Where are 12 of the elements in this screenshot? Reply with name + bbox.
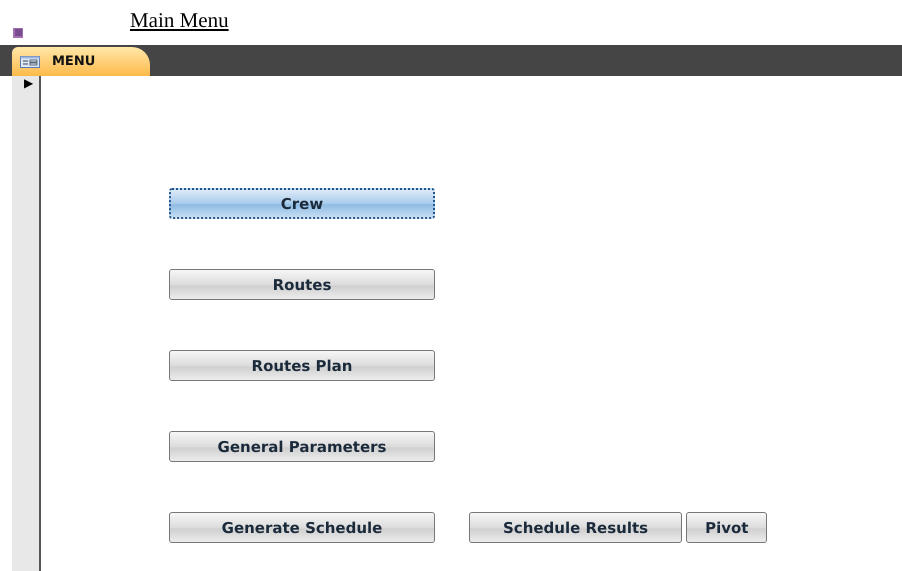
form-tab[interactable]: MENU: [12, 47, 150, 76]
form-button[interactable]: General Parameters: [169, 431, 435, 462]
form-button[interactable]: Generate Schedule: [169, 512, 435, 543]
form-button[interactable]: Schedule Results: [469, 512, 682, 543]
form-icon: [20, 56, 40, 68]
form-icon: [13, 28, 23, 38]
form-button[interactable]: Routes Plan: [169, 350, 435, 381]
form-button[interactable]: Crew: [169, 188, 435, 219]
form-button[interactable]: Pivot: [686, 512, 768, 543]
record-selector[interactable]: ▶: [12, 76, 41, 571]
form-title: Main Menu: [130, 8, 229, 33]
form-button[interactable]: Routes: [169, 269, 435, 300]
